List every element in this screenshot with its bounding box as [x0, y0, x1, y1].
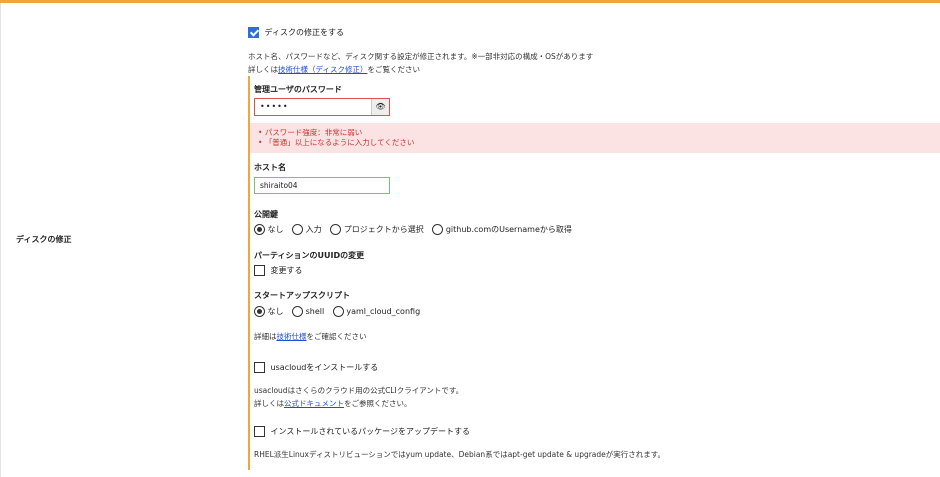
disk-edit-checkbox-row[interactable]: ディスクの修正をする	[248, 27, 344, 38]
disk-edit-checkbox[interactable]	[248, 27, 259, 38]
public-key-label: 公開鍵	[254, 210, 278, 219]
startup-script-label: スタートアップスクリプト	[254, 291, 350, 300]
password-value: •••••	[260, 102, 289, 111]
usacloud-checkbox-label: usacloudをインストールする	[270, 363, 379, 372]
row-label-disk-edit: ディスクの修正	[16, 235, 72, 244]
usacloud-docs-link[interactable]: 公式ドキュメント	[284, 399, 344, 408]
password-label: 管理ユーザのパスワード	[254, 85, 342, 94]
partition-uuid-checkbox-label: 変更する	[270, 266, 303, 275]
partition-uuid-label: パーティションのUUIDの変更	[254, 251, 365, 260]
package-update-checkbox-label: インストールされているパッケージをアップデートする	[270, 427, 470, 436]
disk-edit-description: ホスト名、パスワードなど、ディスク関する設定が修正されます。※一部非対応の構成・…	[248, 51, 593, 75]
usacloud-checkbox-row[interactable]: usacloudをインストールする	[254, 362, 378, 373]
hostname-input[interactable]: shiraito04	[254, 177, 390, 194]
eye-icon[interactable]: 👁	[371, 99, 389, 115]
usacloud-checkbox[interactable]	[254, 362, 265, 373]
partition-uuid-checkbox[interactable]	[254, 265, 265, 276]
startup-script-note: 詳細は技術仕様をご確認ください	[254, 332, 367, 341]
public-key-radio-none[interactable]	[254, 224, 265, 235]
usacloud-description: usacloudはさくらのクラウド用の公式CLIクライアントです。 詳しくは公式…	[254, 386, 464, 408]
startup-script-radio-yaml[interactable]	[332, 306, 344, 317]
package-update-description: RHEL派生Linuxディストリビューションではyum update、Debia…	[254, 450, 666, 459]
public-key-option-none[interactable]: なし	[254, 224, 284, 235]
hostname-label: ホスト名	[254, 163, 286, 172]
disk-edit-checkbox-label: ディスクの修正をする	[264, 28, 344, 37]
public-key-option-github[interactable]: github.comのUsernameから取得	[432, 224, 572, 235]
password-error-strength: パスワード強度：非常に弱い	[258, 128, 940, 138]
public-key-radio-input[interactable]	[292, 224, 304, 235]
startup-script-radio-group: なし shell yaml_cloud_config	[254, 306, 426, 317]
password-field[interactable]: ••••• 👁	[254, 98, 390, 116]
partition-uuid-checkbox-row[interactable]: 変更する	[254, 265, 303, 276]
package-update-checkbox-row[interactable]: インストールされているパッケージをアップデートする	[254, 426, 470, 437]
public-key-radio-group: なし 入力 プロジェクトから選択 github.comのUsernameから取得	[254, 224, 578, 235]
startup-script-option-shell[interactable]: shell	[292, 306, 324, 317]
startup-script-radio-shell[interactable]	[292, 306, 304, 317]
public-key-option-input[interactable]: 入力	[292, 224, 322, 235]
startup-script-option-yaml[interactable]: yaml_cloud_config	[332, 306, 420, 317]
public-key-option-project[interactable]: プロジェクトから選択	[330, 224, 424, 235]
password-strength-alert: パスワード強度：非常に弱い 「普通」以上になるように入力してください	[250, 123, 940, 153]
package-update-checkbox[interactable]	[254, 426, 265, 437]
startup-script-radio-none[interactable]	[254, 306, 265, 317]
startup-script-option-none[interactable]: なし	[254, 306, 284, 317]
disk-edit-desc-line1: ホスト名、パスワードなど、ディスク関する設定が修正されます。※一部非対応の構成・…	[248, 52, 594, 61]
password-error-hint: 「普通」以上になるように入力してください	[258, 138, 940, 148]
public-key-radio-github[interactable]	[432, 224, 444, 235]
disk-edit-desc-prefix: 詳しくは	[248, 65, 278, 74]
usacloud-desc-line1: usacloudはさくらのクラウド用の公式CLIクライアントです。	[254, 386, 464, 395]
disk-edit-spec-link[interactable]: 技術仕様（ディスク修正）	[278, 65, 367, 74]
public-key-radio-project[interactable]	[330, 224, 342, 235]
disk-edit-desc-suffix: をご覧ください	[367, 65, 420, 74]
startup-script-spec-link[interactable]: 技術仕様	[277, 332, 307, 341]
